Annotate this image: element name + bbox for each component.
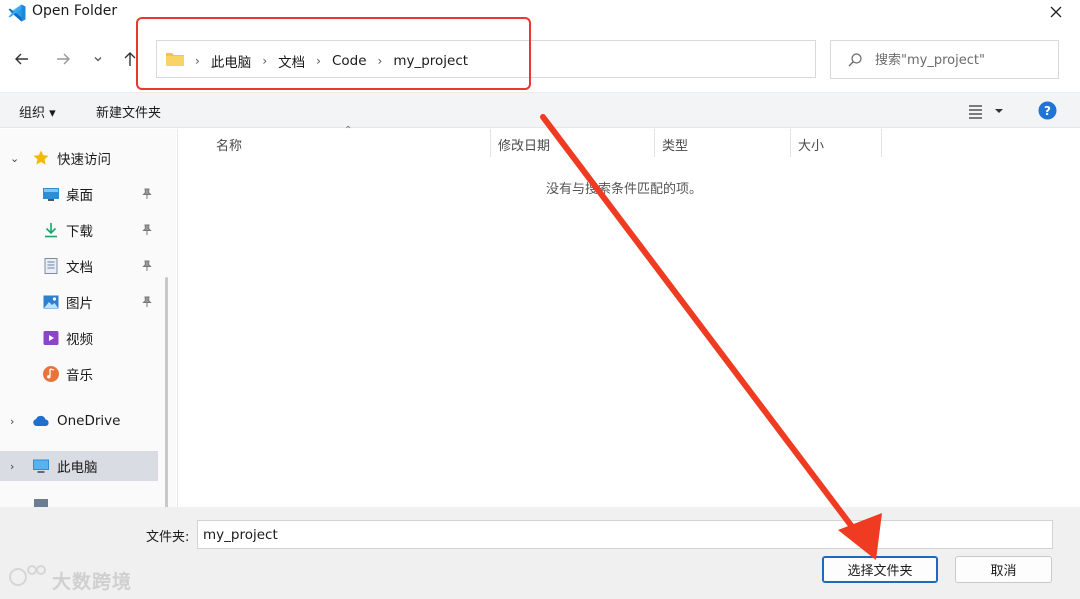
organize-button[interactable]: 组织 ▾	[19, 102, 56, 121]
arrow-left-icon	[15, 53, 28, 65]
star-icon	[33, 150, 49, 165]
sidebar-item-label: OneDrive	[57, 413, 121, 429]
breadcrumb: › 此电脑 › 文档 › Code › my_project	[189, 51, 468, 71]
computer-icon	[33, 459, 49, 473]
select-folder-button[interactable]: 选择文件夹	[822, 556, 938, 583]
forward-button[interactable]	[51, 47, 75, 71]
dialog-footer: 文件夹: 选择文件夹 取消 大数跨境	[0, 507, 1080, 599]
sidebar-item-label: 桌面	[66, 188, 93, 204]
download-icon	[45, 223, 57, 238]
arrow-right-icon	[57, 53, 70, 65]
folder-icon	[166, 53, 184, 66]
desktop-icon	[43, 188, 59, 201]
address-bar[interactable]: › 此电脑 › 文档 › Code › my_project	[156, 40, 956, 78]
column-header-name[interactable]: 名称	[216, 129, 242, 157]
chevron-right-icon: ›	[377, 54, 383, 68]
column-header-size[interactable]: 大小	[798, 129, 824, 157]
chevron-right-icon: ›	[316, 54, 321, 68]
file-list: ⌃ 名称 修改日期 类型 大小 没有与搜索条件匹配的项。	[177, 125, 1080, 507]
search-box[interactable]	[830, 40, 1059, 79]
column-header-modified[interactable]: 修改日期	[498, 129, 550, 157]
folder-name-input[interactable]	[197, 520, 1053, 549]
navigation-pane: ⌄ 快速访问 桌面 下载 文档 图片 视频 音乐 › OneDrive › 此电…	[0, 129, 176, 507]
document-icon	[44, 258, 58, 274]
chevron-down-icon[interactable]: ⌄	[10, 152, 20, 165]
vscode-icon	[8, 4, 26, 22]
watermark-logo-icon	[9, 565, 46, 586]
watermark: 大数跨境	[52, 571, 133, 593]
pin-icon	[142, 296, 152, 307]
sidebar-item-label: 此电脑	[57, 460, 98, 476]
empty-message: 没有与搜索条件匹配的项。	[546, 182, 703, 197]
folder-label: 文件夹:	[146, 530, 190, 545]
video-icon	[43, 331, 59, 345]
music-icon	[43, 366, 59, 382]
view-options-button[interactable]	[966, 102, 1006, 120]
pin-icon	[142, 224, 152, 235]
arrow-up-icon	[124, 52, 136, 66]
network-icon	[34, 499, 48, 507]
back-button[interactable]	[10, 47, 34, 71]
chevron-right-icon[interactable]: ›	[10, 460, 20, 473]
sidebar-item-quick-access[interactable]: ⌄ 快速访问	[0, 143, 158, 173]
cloud-icon	[33, 415, 49, 426]
window-title: Open Folder	[32, 3, 118, 19]
close-icon	[1050, 6, 1062, 18]
column-divider[interactable]	[490, 129, 491, 157]
sidebar-item-onedrive[interactable]: › OneDrive	[0, 406, 158, 436]
sort-up-icon: ⌃	[344, 125, 353, 136]
sidebar-item-network[interactable]	[0, 495, 158, 507]
sidebar-item-music[interactable]: 音乐	[0, 359, 158, 389]
new-folder-button[interactable]: 新建文件夹	[96, 102, 161, 121]
up-button[interactable]	[118, 47, 142, 71]
column-header-type[interactable]: 类型	[662, 129, 688, 157]
title-bar: Open Folder	[0, 0, 1080, 28]
sidebar-item-label: 下载	[66, 224, 93, 240]
sidebar-item-this-pc[interactable]: › 此电脑	[0, 451, 158, 481]
sidebar-item-label: 快速访问	[57, 152, 111, 168]
help-icon[interactable]: ?	[1038, 101, 1057, 120]
column-divider[interactable]	[881, 129, 882, 157]
sidebar-item-label: 音乐	[66, 368, 93, 384]
chevron-right-icon: ›	[195, 54, 200, 68]
chevron-down-icon	[94, 57, 102, 62]
search-icon	[848, 53, 862, 67]
sidebar-item-documents[interactable]: 文档	[0, 251, 158, 281]
command-bar: 组织 ▾ 新建文件夹 ?	[0, 92, 1080, 128]
picture-icon	[43, 295, 59, 309]
breadcrumb-this-pc[interactable]: 此电脑	[211, 51, 252, 71]
list-view-icon	[969, 105, 1003, 119]
sidebar-item-desktop[interactable]: 桌面	[0, 179, 158, 209]
sidebar-item-videos[interactable]: 视频	[0, 323, 158, 353]
pin-icon	[142, 260, 152, 271]
pin-icon	[142, 188, 152, 199]
sidebar-scrollbar[interactable]	[165, 277, 168, 507]
sidebar-item-downloads[interactable]: 下载	[0, 215, 158, 245]
sidebar-item-label: 图片	[66, 296, 93, 312]
search-input[interactable]	[875, 50, 1051, 70]
svg-text:?: ?	[1044, 104, 1051, 118]
close-button[interactable]	[1042, 0, 1070, 24]
sidebar-item-label: 文档	[66, 260, 93, 276]
cancel-button[interactable]: 取消	[955, 556, 1052, 583]
chevron-right-icon: ›	[262, 54, 268, 68]
breadcrumb-code[interactable]: Code	[332, 53, 367, 69]
recent-locations-button[interactable]	[86, 47, 110, 71]
breadcrumb-my-project[interactable]: my_project	[393, 53, 468, 69]
sidebar-item-pictures[interactable]: 图片	[0, 287, 158, 317]
column-divider[interactable]	[654, 129, 655, 157]
sidebar-item-label: 视频	[66, 332, 93, 348]
chevron-right-icon[interactable]: ›	[10, 415, 20, 428]
column-divider[interactable]	[790, 129, 791, 157]
breadcrumb-documents[interactable]: 文档	[278, 51, 305, 71]
